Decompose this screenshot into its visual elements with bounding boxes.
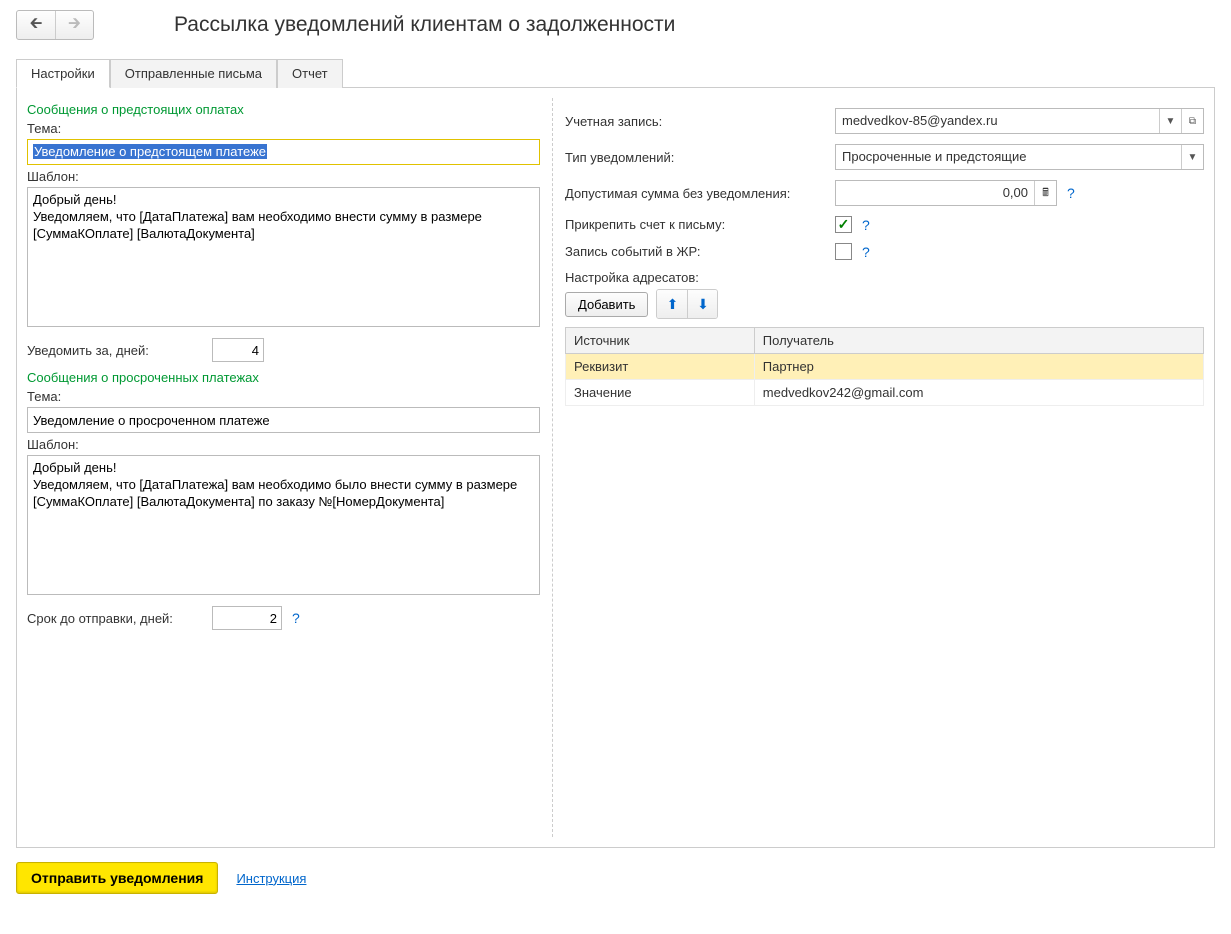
overdue-template-label: Шаблон: <box>27 437 540 452</box>
tab-settings[interactable]: Настройки <box>16 59 110 88</box>
move-buttons: ⬆ ⬇ <box>656 289 718 319</box>
col-source[interactable]: Источник <box>566 328 755 354</box>
threshold-label: Допустимая сумма без уведомления: <box>565 186 835 201</box>
upcoming-subject-input[interactable]: Уведомление о предстоящем платеже <box>27 139 540 165</box>
overdue-template-textarea[interactable] <box>27 455 540 595</box>
overdue-subject-input[interactable] <box>27 407 540 433</box>
send-days-label: Срок до отправки, дней: <box>27 611 212 626</box>
tab-report[interactable]: Отчет <box>277 59 343 88</box>
account-value: medvedkov-85@yandex.ru <box>836 109 1159 133</box>
col-recipient[interactable]: Получатель <box>754 328 1203 354</box>
overdue-subject-label: Тема: <box>27 389 540 404</box>
move-down-button[interactable]: ⬇ <box>687 290 717 318</box>
threshold-value: 0,00 <box>836 181 1034 205</box>
page-title: Рассылка уведомлений клиентам о задолжен… <box>174 13 675 37</box>
cell-recipient: Партнер <box>754 354 1203 380</box>
cell-source: Значение <box>566 380 755 406</box>
upcoming-template-textarea[interactable] <box>27 187 540 327</box>
move-up-button[interactable]: ⬆ <box>657 290 687 318</box>
type-combo[interactable]: Просроченные и предстоящие ▼ <box>835 144 1204 170</box>
attach-label: Прикрепить счет к письму: <box>565 217 835 232</box>
nav-button-group: 🡰 🡲 <box>16 10 94 40</box>
account-open-icon[interactable]: ⧉ <box>1181 109 1203 133</box>
type-value: Просроченные и предстоящие <box>836 145 1181 169</box>
recipients-table[interactable]: Источник Получатель Реквизит Партнер Зна… <box>565 327 1204 406</box>
send-days-help-icon[interactable]: ? <box>292 610 300 626</box>
upcoming-section-title: Сообщения о предстоящих оплатах <box>27 102 540 117</box>
notify-days-input[interactable] <box>212 338 264 362</box>
type-dropdown-icon[interactable]: ▼ <box>1181 145 1203 169</box>
log-checkbox[interactable] <box>835 243 852 260</box>
attach-help-icon[interactable]: ? <box>862 217 870 233</box>
tab-sent-letters[interactable]: Отправленные письма <box>110 59 277 88</box>
forward-button[interactable]: 🡲 <box>55 11 93 39</box>
attach-checkbox[interactable]: ✓ <box>835 216 852 233</box>
tabs: Настройки Отправленные письма Отчет <box>16 58 1215 88</box>
log-label: Запись событий в ЖР: <box>565 244 835 259</box>
upcoming-subject-label: Тема: <box>27 121 540 136</box>
table-row[interactable]: Реквизит Партнер <box>566 354 1204 380</box>
account-label: Учетная запись: <box>565 114 835 129</box>
threshold-input[interactable]: 0,00 🖩 <box>835 180 1057 206</box>
cell-recipient: medvedkov242@gmail.com <box>754 380 1203 406</box>
notify-days-label: Уведомить за, дней: <box>27 343 212 358</box>
account-combo[interactable]: medvedkov-85@yandex.ru ▼ ⧉ <box>835 108 1204 134</box>
log-help-icon[interactable]: ? <box>862 244 870 260</box>
type-label: Тип уведомлений: <box>565 150 835 165</box>
back-button[interactable]: 🡰 <box>17 11 55 39</box>
account-dropdown-icon[interactable]: ▼ <box>1159 109 1181 133</box>
instruction-link[interactable]: Инструкция <box>236 871 306 886</box>
recipients-label: Настройка адресатов: <box>565 270 1204 285</box>
add-button[interactable]: Добавить <box>565 292 648 317</box>
cell-source: Реквизит <box>566 354 755 380</box>
upcoming-template-label: Шаблон: <box>27 169 540 184</box>
overdue-section-title: Сообщения о просроченных платежах <box>27 370 540 385</box>
selected-subject-text: Уведомление о предстоящем платеже <box>33 144 267 159</box>
calculator-icon[interactable]: 🖩 <box>1034 181 1056 205</box>
table-row[interactable]: Значение medvedkov242@gmail.com <box>566 380 1204 406</box>
send-notifications-button[interactable]: Отправить уведомления <box>16 862 218 894</box>
threshold-help-icon[interactable]: ? <box>1067 185 1075 201</box>
send-days-input[interactable] <box>212 606 282 630</box>
